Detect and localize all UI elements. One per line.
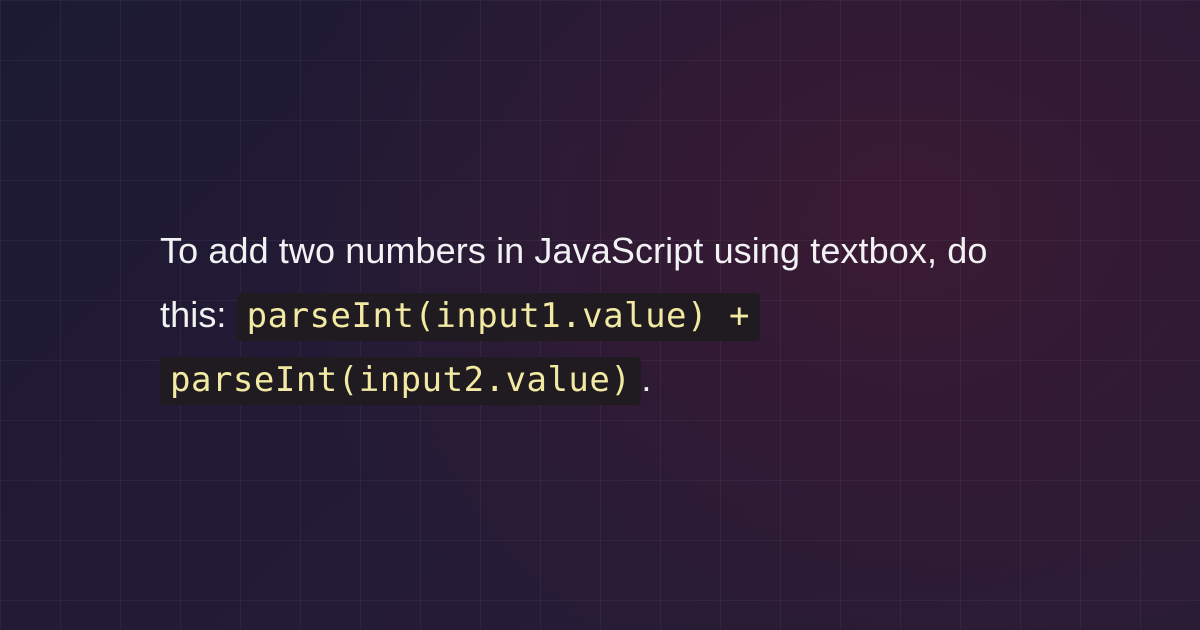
article-snippet: To add two numbers in JavaScript using t… [0, 219, 1200, 411]
code-snippet-line-2: parseInt(input2.value) [160, 357, 641, 405]
outro-text: . [641, 358, 651, 399]
code-snippet-line-1: parseInt(input1.value) + [237, 293, 760, 341]
